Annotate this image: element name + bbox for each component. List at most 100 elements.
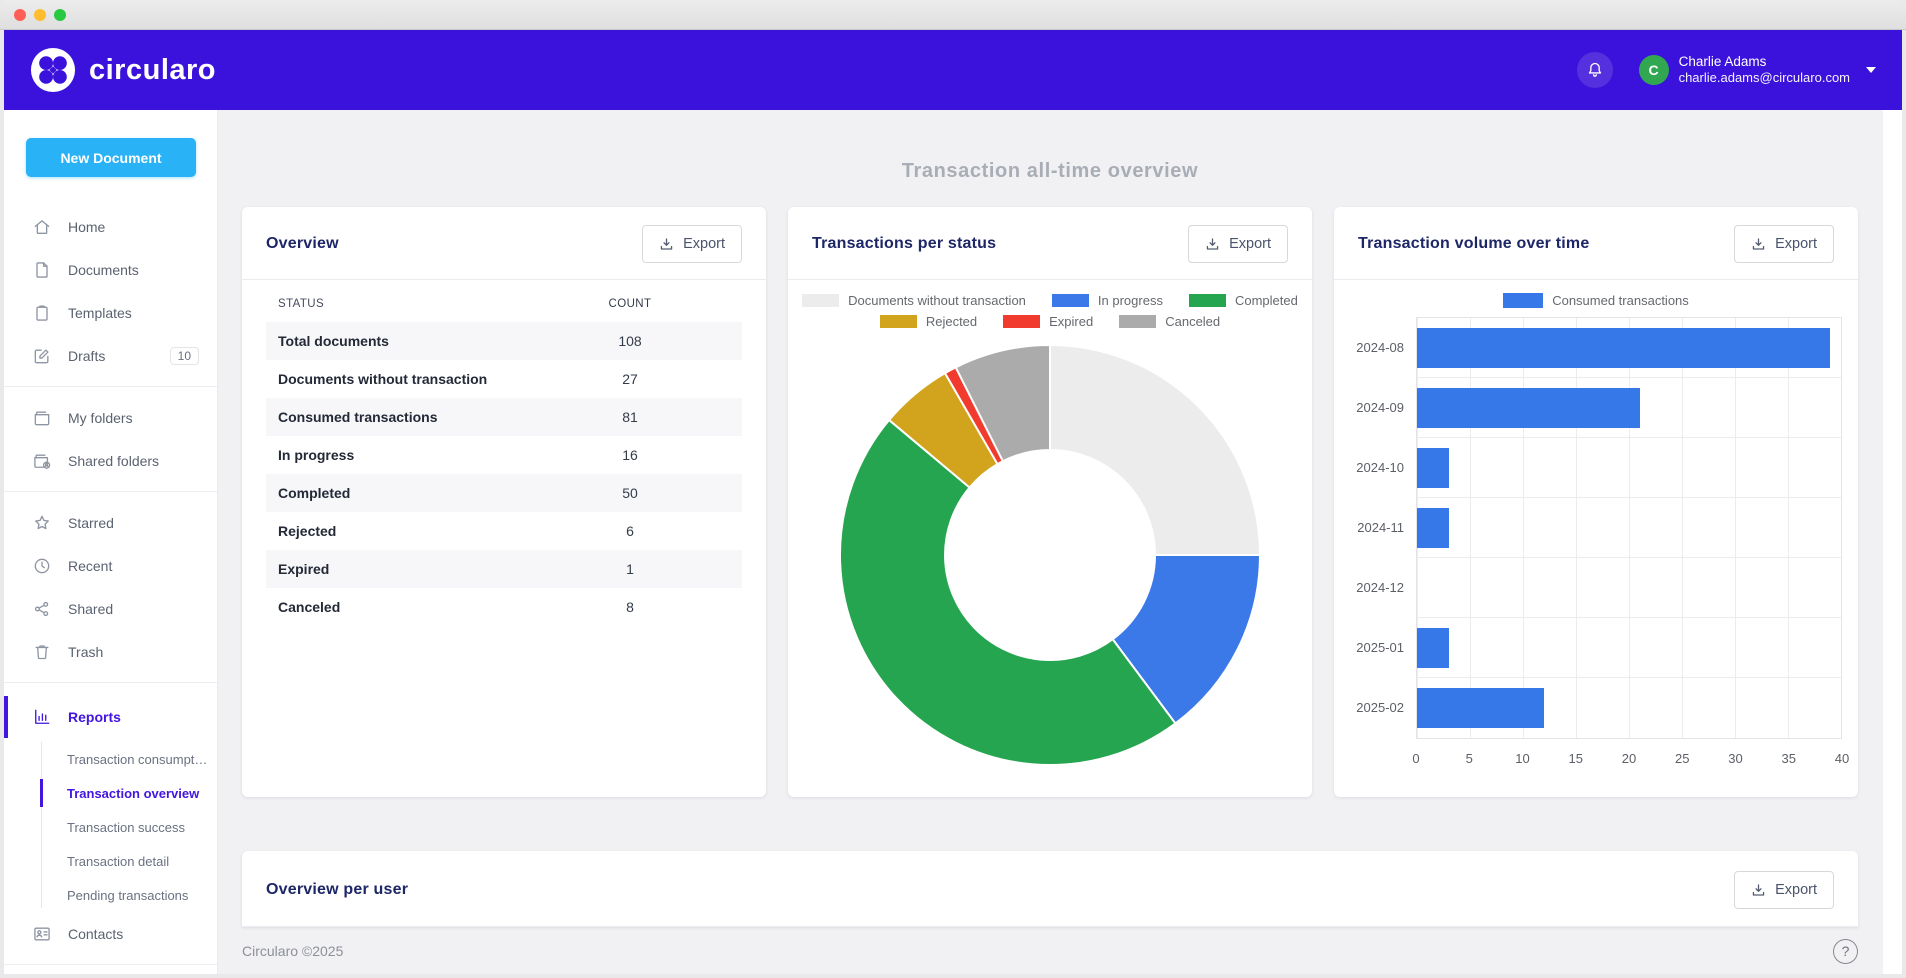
divider <box>242 926 1858 927</box>
donut-legend-row-2: Rejected Expired Canceled <box>788 314 1312 329</box>
export-overview-button[interactable]: Export <box>642 225 742 263</box>
legend-swatch <box>1052 294 1089 307</box>
avatar: C <box>1639 55 1669 85</box>
subnav-item-pending-transactions[interactable]: Pending transactions <box>4 878 217 912</box>
bar-plot-area[interactable] <box>1416 317 1842 739</box>
window-zoom-button[interactable] <box>54 9 66 21</box>
bar[interactable] <box>1417 448 1449 488</box>
transaction-volume-card: Transaction volume over time Export <box>1334 207 1858 797</box>
window-minimize-button[interactable] <box>34 9 46 21</box>
table-row: Documents without transaction27 <box>266 360 742 398</box>
legend-swatch <box>1189 294 1226 307</box>
bar-row <box>1417 618 1841 678</box>
sidebar-item-recent[interactable]: Recent <box>4 544 217 587</box>
overview-card: Overview Export STATUS <box>242 207 766 797</box>
user-name: Charlie Adams <box>1679 54 1850 70</box>
bar[interactable] <box>1417 628 1449 668</box>
sidebar-item-home[interactable]: Home <box>4 205 217 248</box>
donut-legend-row-1: Documents without transaction In progres… <box>788 293 1312 308</box>
main-area: Transaction all-time overview Overview <box>218 110 1902 974</box>
sidebar-item-trash[interactable]: Trash <box>4 630 217 673</box>
brand-name: circularo <box>89 54 216 87</box>
y-axis-label: 2024-08 <box>1344 317 1416 377</box>
sidebar-item-label: Templates <box>68 305 132 321</box>
user-menu[interactable]: C Charlie Adams charlie.adams@circularo.… <box>1639 54 1876 86</box>
subnav-item-transaction-success[interactable]: Transaction success <box>4 810 217 844</box>
sidebar-item-label: Recent <box>68 558 112 574</box>
x-axis-tick-label: 10 <box>1515 751 1529 766</box>
legend-swatch <box>802 294 839 307</box>
x-axis-tick-label: 5 <box>1466 751 1473 766</box>
sidebar-item-my-folders[interactable]: My folders <box>4 396 217 439</box>
reports-icon <box>32 707 52 727</box>
sidebar-item-label: Trash <box>68 644 103 660</box>
table-row: In progress16 <box>266 436 742 474</box>
sidebar-item-drafts[interactable]: Drafts 10 <box>4 334 217 377</box>
x-axis-tick-label: 20 <box>1622 751 1636 766</box>
legend-label: Canceled <box>1165 314 1220 329</box>
bar-row <box>1417 558 1841 618</box>
subnav-item-transaction-overview[interactable]: Transaction overview <box>4 776 217 810</box>
donut-segment[interactable] <box>1050 345 1260 555</box>
divider <box>4 491 217 492</box>
brand-logo[interactable]: circularo <box>30 47 216 93</box>
bar[interactable] <box>1417 508 1449 548</box>
legend-label: Expired <box>1049 314 1093 329</box>
chevron-down-icon <box>1866 67 1876 73</box>
bar[interactable] <box>1417 328 1830 368</box>
window-close-button[interactable] <box>14 9 26 21</box>
sidebar-item-label: My folders <box>68 410 133 426</box>
sidebar-item-starred[interactable]: Starred <box>4 501 217 544</box>
bar[interactable] <box>1417 688 1544 728</box>
divider <box>4 682 217 683</box>
y-axis-label: 2025-02 <box>1344 677 1416 737</box>
download-icon <box>1205 237 1220 252</box>
vertical-scrollbar[interactable] <box>1882 110 1902 974</box>
notifications-button[interactable] <box>1577 52 1613 88</box>
home-icon <box>32 217 52 237</box>
subnav-item-transaction-detail[interactable]: Transaction detail <box>4 844 217 878</box>
star-icon <box>32 513 52 533</box>
download-icon <box>659 237 674 252</box>
export-status-chart-button[interactable]: Export <box>1188 225 1288 263</box>
sidebar-item-contacts[interactable]: Contacts <box>4 912 217 955</box>
table-row: Canceled8 <box>266 588 742 626</box>
card-title: Overview per user <box>266 881 408 899</box>
app-window: circularo C Charlie Adams charlie.ad <box>0 0 1906 978</box>
sidebar-item-label: Documents <box>68 262 139 278</box>
table-row: Completed50 <box>266 474 742 512</box>
clock-icon <box>32 556 52 576</box>
sidebar-item-shared[interactable]: Shared <box>4 587 217 630</box>
sidebar-item-documents[interactable]: Documents <box>4 248 217 291</box>
contacts-icon <box>32 924 52 944</box>
transactions-per-status-card: Transactions per status Export Documents… <box>788 207 1312 797</box>
legend-swatch <box>1503 293 1543 308</box>
y-axis-labels: 2024-082024-092024-102024-112024-122025-… <box>1344 317 1416 739</box>
new-document-button[interactable]: New Document <box>26 138 196 177</box>
sidebar-item-label: Contacts <box>68 926 123 942</box>
help-button[interactable]: ? <box>1833 939 1858 964</box>
sidebar-item-templates[interactable]: Templates <box>4 291 217 334</box>
folder-icon <box>32 408 52 428</box>
share-icon <box>32 599 52 619</box>
sidebar-item-reports[interactable]: Reports <box>4 692 217 742</box>
export-volume-chart-button[interactable]: Export <box>1734 225 1834 263</box>
legend-swatch <box>1003 315 1040 328</box>
document-icon <box>32 260 52 280</box>
bar-row <box>1417 378 1841 438</box>
sidebar-item-shared-folders[interactable]: Shared folders <box>4 439 217 482</box>
trash-icon <box>32 642 52 662</box>
donut-chart[interactable] <box>835 340 1265 770</box>
export-per-user-button[interactable]: Export <box>1734 871 1834 909</box>
table-row: Consumed transactions81 <box>266 398 742 436</box>
bar-row <box>1417 498 1841 558</box>
subnav-item-transaction-consumption[interactable]: Transaction consumpt… <box>4 742 217 776</box>
copyright-text: Circularo ©2025 <box>242 943 343 959</box>
template-icon <box>32 303 52 323</box>
card-title: Overview <box>266 235 339 253</box>
card-title: Transaction volume over time <box>1358 235 1589 253</box>
bar-chart: 2024-082024-092024-102024-112024-122025-… <box>1344 317 1842 739</box>
y-axis-label: 2024-11 <box>1344 497 1416 557</box>
bar[interactable] <box>1417 388 1640 428</box>
sidebar: New Document Home Documents <box>4 110 218 974</box>
